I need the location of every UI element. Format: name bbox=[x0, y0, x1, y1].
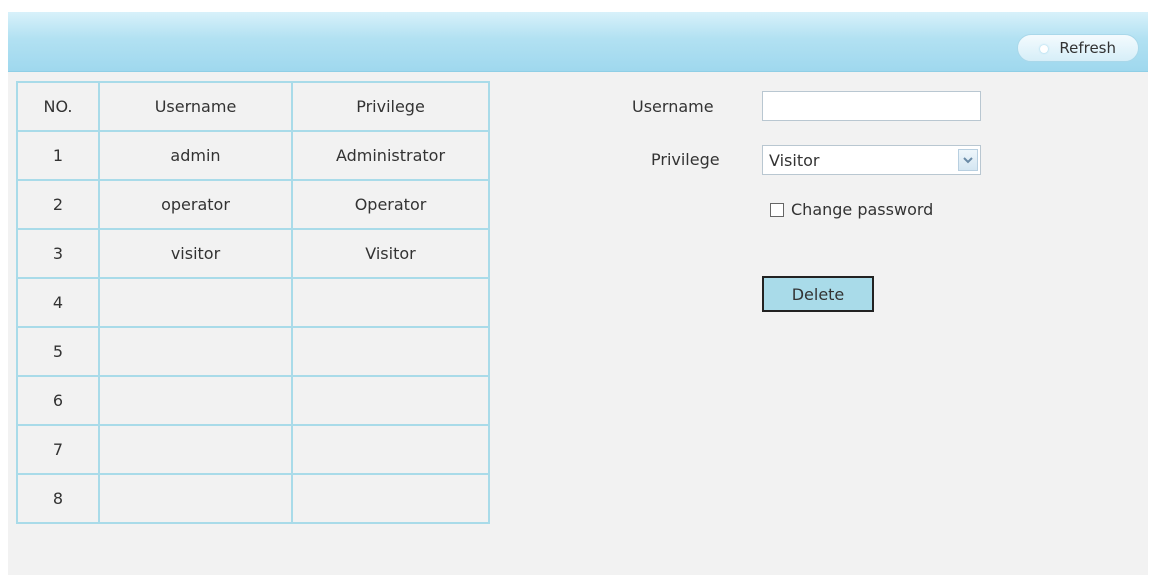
change-password-label: Change password bbox=[791, 200, 934, 219]
cell-username: operator bbox=[98, 179, 293, 230]
cell-privilege bbox=[291, 326, 490, 377]
username-label: Username bbox=[632, 97, 714, 116]
table-row[interactable]: 4 bbox=[16, 277, 490, 328]
table-row[interactable]: 1 admin Administrator bbox=[16, 130, 490, 181]
privilege-label: Privilege bbox=[651, 150, 720, 169]
user-accounts-panel: Refresh NO. Username Privilege 1 admin A… bbox=[8, 12, 1148, 575]
cell-no: 4 bbox=[16, 277, 100, 328]
cell-privilege: Visitor bbox=[291, 228, 490, 279]
change-password-checkbox[interactable] bbox=[770, 203, 784, 217]
cell-username: visitor bbox=[98, 228, 293, 279]
header-username: Username bbox=[98, 81, 293, 132]
cell-no: 1 bbox=[16, 130, 100, 181]
table-row[interactable]: 6 bbox=[16, 375, 490, 426]
header-no: NO. bbox=[16, 81, 100, 132]
table-row[interactable]: 2 operator Operator bbox=[16, 179, 490, 230]
cell-privilege bbox=[291, 424, 490, 475]
username-input[interactable] bbox=[762, 91, 981, 121]
cell-no: 6 bbox=[16, 375, 100, 426]
cell-privilege bbox=[291, 473, 490, 524]
table-row[interactable]: 7 bbox=[16, 424, 490, 475]
cell-privilege: Operator bbox=[291, 179, 490, 230]
privilege-select[interactable]: Visitor bbox=[762, 145, 981, 175]
header-privilege: Privilege bbox=[291, 81, 490, 132]
delete-button[interactable]: Delete bbox=[762, 276, 874, 312]
table-row[interactable]: 8 bbox=[16, 473, 490, 524]
refresh-dot-icon bbox=[1040, 45, 1048, 53]
cell-privilege bbox=[291, 375, 490, 426]
cell-privilege bbox=[291, 277, 490, 328]
cell-no: 2 bbox=[16, 179, 100, 230]
cell-username bbox=[98, 277, 293, 328]
cell-no: 3 bbox=[16, 228, 100, 279]
cell-privilege: Administrator bbox=[291, 130, 490, 181]
table-row[interactable]: 5 bbox=[16, 326, 490, 377]
cell-no: 5 bbox=[16, 326, 100, 377]
cell-username bbox=[98, 375, 293, 426]
cell-username bbox=[98, 326, 293, 377]
table-row[interactable]: 3 visitor Visitor bbox=[16, 228, 490, 279]
cell-username bbox=[98, 424, 293, 475]
cell-no: 8 bbox=[16, 473, 100, 524]
chevron-down-icon bbox=[958, 149, 978, 171]
cell-no: 7 bbox=[16, 424, 100, 475]
header-bar: Refresh bbox=[8, 12, 1148, 72]
refresh-button[interactable]: Refresh bbox=[1017, 34, 1139, 62]
privilege-selected-value: Visitor bbox=[769, 150, 820, 170]
cell-username bbox=[98, 473, 293, 524]
cell-username: admin bbox=[98, 130, 293, 181]
page: Refresh NO. Username Privilege 1 admin A… bbox=[0, 0, 1152, 581]
user-table: NO. Username Privilege 1 admin Administr… bbox=[16, 81, 490, 524]
table-header-row: NO. Username Privilege bbox=[16, 81, 490, 132]
refresh-label: Refresh bbox=[1059, 39, 1116, 57]
